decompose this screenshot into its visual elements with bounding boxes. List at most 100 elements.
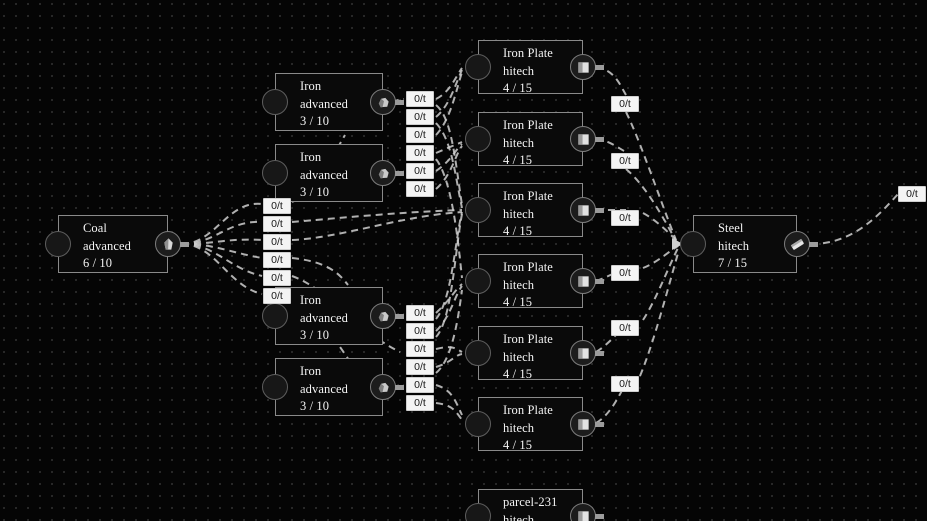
graph-node[interactable]: Iron advanced 3 / 10 [275,287,383,345]
graph-node[interactable]: Iron Plate hitech 4 / 15 [478,397,583,452]
node-text-block: Iron advanced 3 / 10 [300,363,378,416]
output-port-stub [595,350,604,356]
output-port-stub [180,241,189,247]
node-output-port[interactable] [570,340,596,366]
edge-rate-label: 0/t [611,376,639,392]
edge-rate-label: 0/t [406,323,434,339]
node-title: Iron Plate [503,189,553,203]
node-subtitle: hitech [503,63,535,78]
node-text-block: Iron advanced 3 / 10 [300,78,378,131]
node-title: Iron [300,150,322,164]
edge-rate-label: 0/t [263,252,291,268]
graph-node[interactable]: parcel-231 hitech [478,489,583,521]
graph-edge [435,158,463,279]
graph-edge [435,285,463,332]
node-title: Iron Plate [503,403,553,417]
node-subtitle: hitech [503,135,535,150]
edge-rate-label: 0/t [406,181,434,197]
node-output-port[interactable] [370,160,396,186]
output-port-stub [395,170,404,176]
node-count: 3 / 10 [300,185,330,200]
graph-node[interactable]: Iron Plate hitech 4 / 15 [478,112,583,167]
node-subtitle: hitech [503,512,535,521]
edge-rate-label: 0/t [406,395,434,411]
node-text-block: Iron Plate hitech 4 / 15 [503,117,578,170]
edge-rate-label: 0/t [611,96,639,112]
graph-edge [435,143,463,172]
graph-edge [435,213,463,338]
node-output-port[interactable] [155,231,181,257]
graph-node[interactable]: Coal advanced 6 / 10 [58,215,168,273]
node-output-port[interactable] [570,411,596,437]
node-input-port[interactable] [680,231,706,257]
node-title: Iron [300,364,322,378]
node-text-block: Iron Plate hitech 4 / 15 [503,188,578,241]
node-subtitle: hitech [503,206,535,221]
graph-edge [181,243,263,259]
output-port-stub [595,278,604,284]
node-output-port[interactable] [570,503,596,521]
graph-edge [642,245,679,269]
edge-rate-label: 0/t [611,210,639,226]
node-title: Iron Plate [503,46,553,60]
node-text-block: Iron advanced 3 / 10 [300,149,378,202]
graph-node[interactable]: Iron Plate hitech 4 / 15 [478,40,583,95]
graph-edge [181,238,263,245]
node-input-port[interactable] [465,197,491,223]
node-input-port[interactable] [45,231,71,257]
node-output-port[interactable] [570,54,596,80]
node-input-port[interactable] [465,411,491,437]
output-port-stub [395,313,404,319]
node-input-port[interactable] [465,268,491,294]
node-output-port[interactable] [370,374,396,400]
graph-node[interactable]: Iron Plate hitech 4 / 15 [478,326,583,381]
edge-rate-label: 0/t [263,216,291,232]
edge-rate-label: 0/t [611,265,639,281]
edge-rate-label: 0/t [263,234,291,250]
graph-node[interactable]: Steel hitech 7 / 15 [693,215,797,273]
graph-node[interactable]: Iron Plate hitech 4 / 15 [478,183,583,238]
node-output-port[interactable] [784,231,810,257]
graph-edge [291,257,349,286]
graph-edge [181,243,263,277]
graph-edge [435,346,463,353]
graph-node[interactable]: Iron advanced 3 / 10 [275,144,383,202]
output-port-stub [809,241,818,247]
graph-node[interactable]: Iron advanced 3 / 10 [275,73,383,131]
node-output-port[interactable] [570,197,596,223]
node-input-port[interactable] [262,89,288,115]
graph-edge [435,402,463,421]
node-input-port[interactable] [262,160,288,186]
node-input-port[interactable] [262,374,288,400]
node-subtitle: hitech [503,349,535,364]
output-port-stub [595,64,604,70]
node-subtitle: hitech [503,420,535,435]
edge-rate-label: 0/t [263,270,291,286]
graph-edge [595,66,627,96]
node-input-port[interactable] [262,303,288,329]
graph-node[interactable]: Iron Plate hitech 4 / 15 [478,254,583,309]
graph-canvas[interactable]: Coal advanced 6 / 10 Iron advanced 3 / 10 Iron… [0,0,927,521]
node-text-block: Coal advanced 6 / 10 [83,220,163,273]
edge-rate-label: 0/t [611,153,639,169]
node-title: Iron [300,293,322,307]
graph-node[interactable]: Iron advanced 3 / 10 [275,358,383,416]
edge-rate-label: 0/t [406,109,434,125]
node-input-port[interactable] [465,340,491,366]
node-output-port[interactable] [370,89,396,115]
node-input-port[interactable] [465,54,491,80]
node-output-port[interactable] [370,303,396,329]
node-title: Iron Plate [503,118,553,132]
edge-rate-label: 0/t [406,127,434,143]
node-output-port[interactable] [570,268,596,294]
graph-edge [181,243,263,295]
node-subtitle: advanced [300,381,348,396]
node-count: 4 / 15 [503,438,533,453]
edge-rate-label: 0/t [406,377,434,393]
node-title: Steel [718,221,744,235]
edge-rate-label: 0/t [406,305,434,321]
node-output-port[interactable] [570,126,596,152]
graph-edge [435,283,463,314]
output-port-stub [595,207,604,213]
node-input-port[interactable] [465,126,491,152]
